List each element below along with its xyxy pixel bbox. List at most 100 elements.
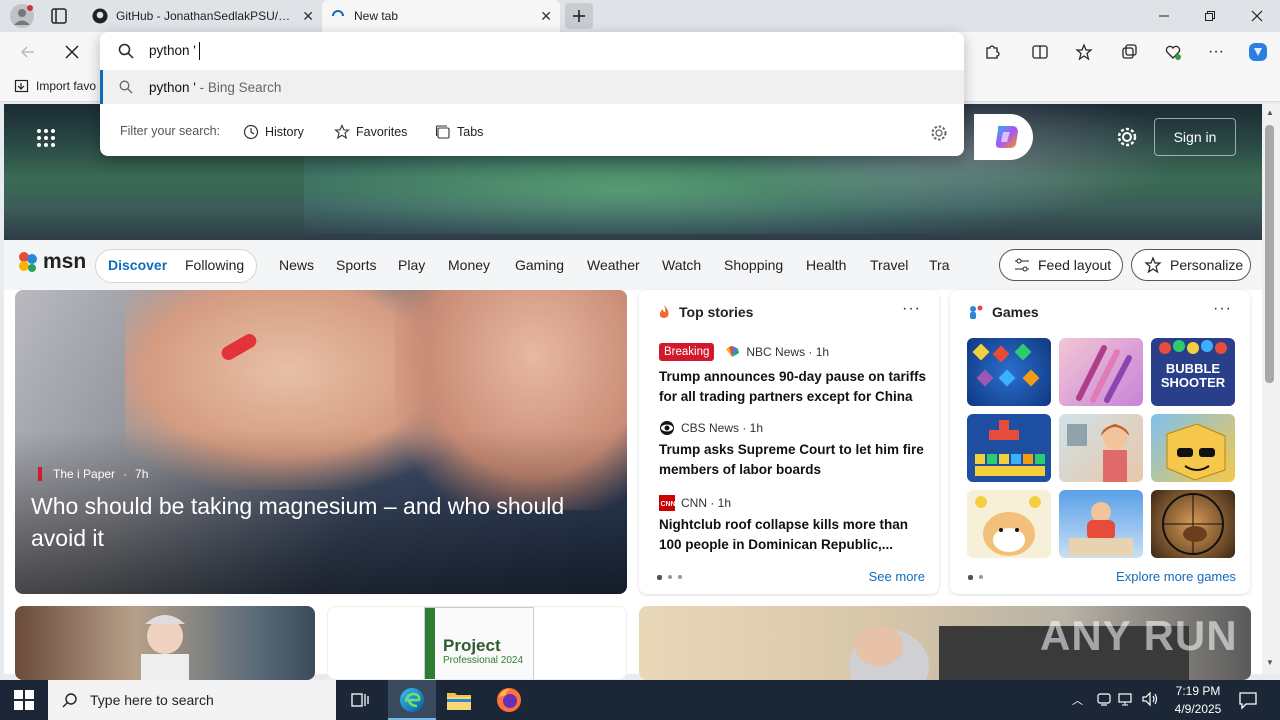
import-favorites-button[interactable]: Import favo (14, 78, 96, 94)
back-button[interactable] (16, 40, 40, 64)
apps-launcher-button[interactable] (36, 128, 56, 148)
nav-traffic[interactable]: Tra (929, 257, 949, 273)
ad-card-project[interactable]: Project Professional 2024 (327, 606, 627, 680)
sign-in-button[interactable]: Sign in (1154, 118, 1236, 156)
story-image (141, 615, 189, 680)
nav-watch[interactable]: Watch (662, 257, 701, 273)
taskbar-firefox-button[interactable] (496, 687, 522, 713)
address-bar-input[interactable]: python ' (100, 32, 964, 70)
personalize-button[interactable]: Personalize (1131, 249, 1251, 281)
tab-title: New tab (354, 9, 399, 23)
cube-face-icon (1166, 423, 1226, 481)
nav-travel[interactable]: Travel (870, 257, 908, 273)
restore-button[interactable] (1187, 0, 1233, 32)
filter-history-button[interactable]: History (243, 124, 304, 140)
notifications-button[interactable] (1238, 690, 1258, 710)
minimize-button[interactable] (1141, 0, 1187, 32)
feed-layout-button[interactable]: Feed layout (999, 249, 1123, 281)
game-tile-jewels[interactable] (967, 338, 1051, 406)
taskbar-clock[interactable]: 7:19 PM 4/9/2025 (1158, 682, 1238, 718)
story-headline[interactable]: Trump asks Supreme Court to let him fire… (659, 440, 927, 480)
speaker-icon (1142, 691, 1158, 707)
explore-more-games-link[interactable]: Explore more games (1116, 569, 1236, 584)
github-icon (92, 8, 108, 24)
copilot-icon (1249, 43, 1267, 61)
carousel-dot (979, 575, 983, 579)
close-window-button[interactable] (1234, 0, 1280, 32)
tab-new-tab[interactable]: New tab ✕ (322, 0, 560, 32)
copilot-button[interactable] (1246, 40, 1270, 64)
story-headline[interactable]: Nightclub roof collapse kills more than … (659, 515, 927, 555)
copilot-search-button[interactable] (974, 114, 1033, 160)
page-settings-button[interactable] (1116, 126, 1138, 148)
scroll-down-icon[interactable]: ▼ (1266, 658, 1274, 667)
nav-money[interactable]: Money (448, 257, 490, 273)
game-tile-hunting[interactable] (1151, 490, 1235, 558)
search-settings-button[interactable] (930, 124, 948, 142)
tray-network-icon[interactable] (1118, 691, 1136, 707)
puzzle-icon (986, 45, 1000, 59)
split-screen-button[interactable] (1028, 40, 1052, 64)
filter-favorites-button[interactable]: Favorites (334, 124, 407, 140)
game-tile-shiba[interactable] (967, 490, 1051, 558)
publisher-name: The i Paper (53, 467, 116, 481)
favorites-button[interactable] (1072, 40, 1096, 64)
game-title-line2: SHOOTER (1160, 375, 1226, 390)
network-icon (1118, 693, 1132, 706)
browser-essentials-button[interactable] (1161, 40, 1185, 64)
breaking-badge: Breaking (659, 343, 715, 361)
nav-gaming[interactable]: Gaming (515, 257, 564, 273)
feed-layout-label: Feed layout (1038, 257, 1112, 273)
task-view-button[interactable] (350, 690, 370, 710)
game-tile-hospital[interactable] (1059, 414, 1143, 482)
more-options-icon[interactable]: ··· (1213, 300, 1232, 318)
close-tab-icon[interactable]: ✕ (302, 8, 314, 24)
filter-tabs-button[interactable]: Tabs (435, 124, 483, 140)
nav-weather[interactable]: Weather (587, 257, 640, 273)
scroll-up-icon[interactable]: ▲ (1266, 108, 1274, 117)
sliders-icon (1015, 258, 1029, 272)
start-button[interactable] (14, 690, 34, 710)
extensions-button[interactable] (980, 40, 1004, 64)
game-tile-blocks[interactable] (967, 414, 1051, 482)
story-card-elderly-man[interactable] (15, 606, 315, 680)
show-hidden-icons-button[interactable]: ︿ (1072, 692, 1083, 708)
msn-logo[interactable]: msn (16, 250, 86, 274)
nav-shopping[interactable]: Shopping (724, 257, 783, 273)
taskbar-search-box[interactable]: Type here to search (48, 680, 336, 720)
more-options-icon[interactable]: ··· (902, 300, 921, 318)
tab-github[interactable]: GitHub - JonathanSedlakPSU/Dis ✕ (84, 0, 322, 32)
tab-following[interactable]: Following (185, 257, 244, 273)
tray-meet-icon[interactable] (1096, 691, 1112, 707)
game-tile-table[interactable] (1059, 490, 1143, 558)
tray-volume-icon[interactable] (1141, 690, 1159, 708)
stop-button[interactable] (60, 40, 84, 64)
import-favorites-label: Import favo (36, 79, 97, 93)
see-more-link[interactable]: See more (869, 569, 925, 584)
taskbar-edge-button[interactable] (388, 680, 436, 720)
nav-play[interactable]: Play (398, 257, 425, 273)
game-tile-makeup[interactable] (1059, 338, 1143, 406)
profile-avatar[interactable] (10, 4, 34, 28)
game-tile-cube[interactable] (1151, 414, 1235, 482)
taskbar-search-placeholder: Type here to search (90, 692, 214, 708)
nav-sports[interactable]: Sports (336, 257, 376, 273)
new-tab-button[interactable] (565, 3, 593, 29)
split-screen-icon (1032, 45, 1048, 59)
close-tab-icon[interactable]: ✕ (540, 8, 552, 24)
game-tile-bubble-shooter[interactable]: BUBBLE SHOOTER (1151, 338, 1235, 406)
story-title[interactable]: Who should be taking magnesium – and who… (31, 490, 621, 554)
nav-health[interactable]: Health (806, 257, 846, 273)
search-filter-bar: Filter your search: History Favorites Ta… (100, 112, 964, 152)
taskbar-file-explorer-button[interactable] (446, 689, 472, 711)
carousel-dots (657, 575, 682, 580)
tab-actions-icon[interactable] (50, 7, 68, 25)
main-story-card[interactable]: The i Paper · 7h Who should be taking ma… (15, 290, 627, 594)
scrollbar-thumb[interactable] (1265, 125, 1274, 383)
search-suggestion[interactable]: python ' - Bing Search (100, 70, 964, 104)
story-headline[interactable]: Trump announces 90-day pause on tariffs … (659, 367, 927, 407)
collections-button[interactable] (1117, 40, 1141, 64)
settings-more-button[interactable]: ··· (1204, 40, 1228, 64)
tab-discover[interactable]: Discover (108, 257, 167, 273)
nav-news[interactable]: News (279, 257, 314, 273)
